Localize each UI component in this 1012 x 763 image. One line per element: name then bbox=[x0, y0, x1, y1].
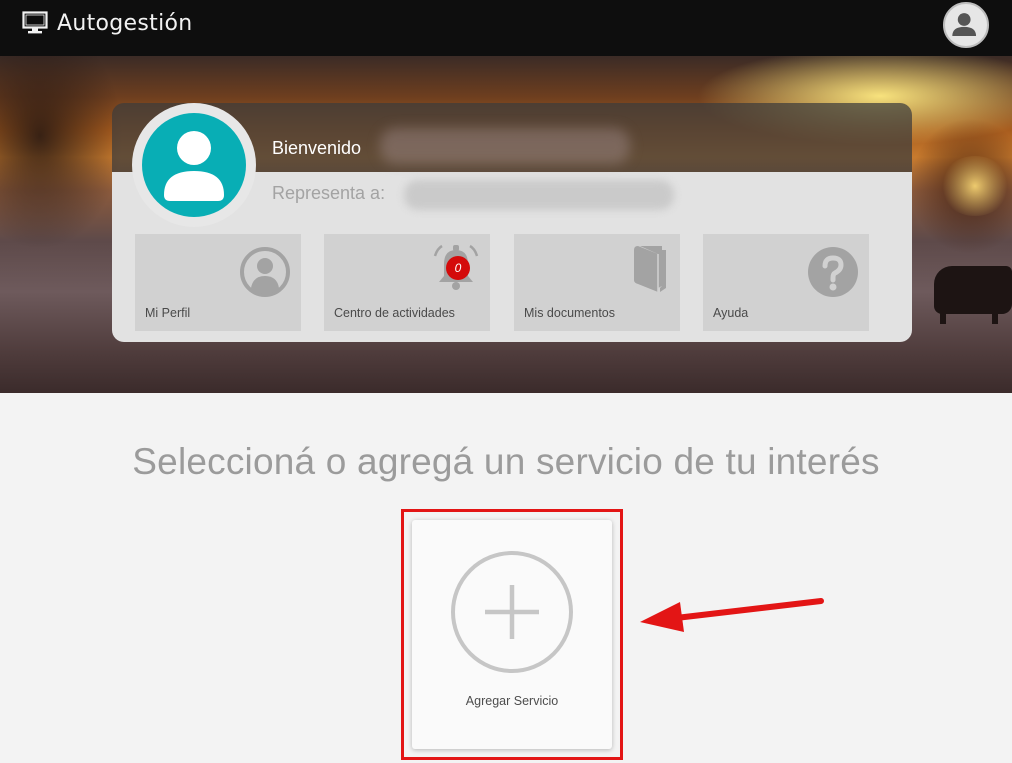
add-service-card[interactable]: Agregar Servicio bbox=[412, 520, 612, 749]
hero-cow-leg bbox=[940, 304, 946, 324]
add-service-label: Agregar Servicio bbox=[465, 694, 559, 708]
profile-icon bbox=[240, 247, 290, 297]
top-bar: Autogestión bbox=[0, 0, 1012, 56]
tile-label: Mis documentos bbox=[524, 306, 616, 320]
tile-centro-actividades[interactable]: Centro de actividades bbox=[324, 234, 490, 331]
redacted-represented-entity[interactable] bbox=[404, 180, 674, 210]
hero-cow-leg bbox=[992, 304, 998, 324]
represents-label: Representa a: bbox=[272, 183, 386, 203]
monitor-icon bbox=[22, 11, 48, 34]
help-icon bbox=[808, 247, 858, 297]
tile-label: Ayuda bbox=[713, 306, 749, 320]
tile-label: Mi Perfil bbox=[145, 306, 191, 320]
user-avatar-button[interactable] bbox=[943, 2, 989, 48]
user-avatar-icon bbox=[952, 13, 977, 36]
tile-label: Centro de actividades bbox=[334, 306, 455, 320]
notification-badge: 0 bbox=[446, 256, 470, 280]
tile-ayuda[interactable]: Ayuda bbox=[703, 234, 869, 331]
app-title: Autogestión bbox=[57, 10, 193, 36]
services-title: Seleccioná o agregá un servicio de tu in… bbox=[132, 441, 880, 482]
book-icon bbox=[634, 246, 666, 292]
brand[interactable]: Autogestión bbox=[22, 10, 192, 36]
tile-mi-perfil[interactable]: Mi Perfil bbox=[135, 234, 301, 331]
person-icon bbox=[164, 131, 224, 201]
hero-sun bbox=[940, 156, 1010, 216]
tile-mis-documentos[interactable]: Mis documentos bbox=[514, 234, 680, 331]
plus-circle-icon bbox=[451, 551, 573, 673]
welcome-text: Bienvenido bbox=[272, 138, 362, 158]
profile-avatar bbox=[132, 103, 256, 227]
annotation-arrow-icon bbox=[640, 598, 824, 632]
redacted-user-name bbox=[380, 128, 630, 164]
